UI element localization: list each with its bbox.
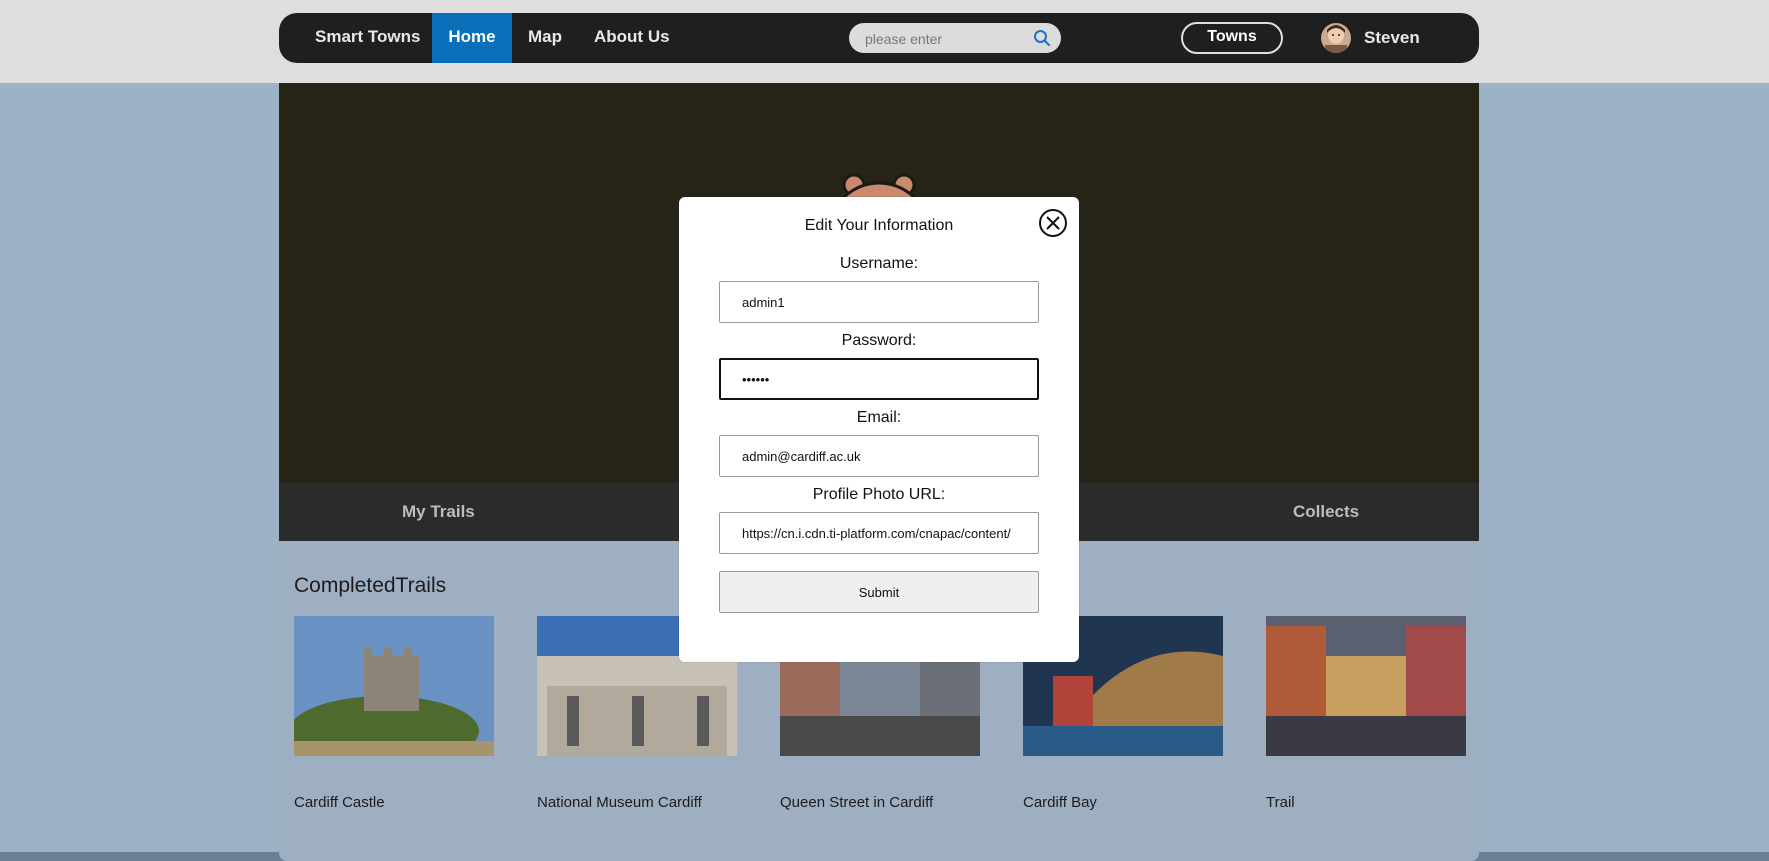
card-title: Queen Street in Cardiff <box>780 794 934 811</box>
trail-card-trail[interactable]: Trail <box>1266 616 1466 811</box>
submit-button[interactable]: Submit <box>719 571 1039 613</box>
profile-photo-url-field[interactable] <box>719 512 1039 554</box>
email-label: Email: <box>856 409 902 426</box>
username-field[interactable] <box>719 281 1039 323</box>
close-icon[interactable] <box>1038 208 1068 238</box>
search-icon[interactable] <box>1033 29 1051 47</box>
card-title: Cardiff Castle <box>294 794 385 811</box>
cardiff-castle-image <box>294 616 494 756</box>
brand-link[interactable]: Smart Towns <box>300 13 435 63</box>
card-title: Cardiff Bay <box>1023 794 1097 811</box>
top-navbar: Smart Towns Home Map About Us Towns Stev… <box>279 13 1479 63</box>
email-field[interactable] <box>719 435 1039 477</box>
nav-map-link[interactable]: Map <box>513 13 577 63</box>
user-avatar-icon <box>1321 23 1351 53</box>
nav-about-link[interactable]: About Us <box>579 13 685 63</box>
trail-image <box>1266 616 1466 756</box>
card-title: National Museum Cardiff <box>537 794 702 811</box>
avatar[interactable] <box>1321 23 1351 53</box>
password-field[interactable] <box>719 358 1039 400</box>
tab-my-trails[interactable]: My Trails <box>402 483 475 541</box>
search-input[interactable] <box>863 27 1027 51</box>
nav-home-link[interactable]: Home <box>432 13 512 63</box>
edit-info-modal: Edit Your Information Username: Password… <box>679 197 1079 662</box>
profile-photo-label: Profile Photo URL: <box>812 486 946 503</box>
section-title: CompletedTrails <box>294 574 447 597</box>
trail-card-cardiff-castle[interactable]: Cardiff Castle <box>294 616 494 811</box>
tab-collects[interactable]: Collects <box>1293 483 1359 541</box>
user-name[interactable]: Steven <box>1364 13 1420 63</box>
modal-title: Edit Your Information <box>804 217 954 234</box>
towns-button[interactable]: Towns <box>1181 22 1283 54</box>
search-box <box>849 23 1061 53</box>
password-label: Password: <box>841 332 917 349</box>
card-title: Trail <box>1266 794 1295 811</box>
username-label: Username: <box>839 255 919 272</box>
